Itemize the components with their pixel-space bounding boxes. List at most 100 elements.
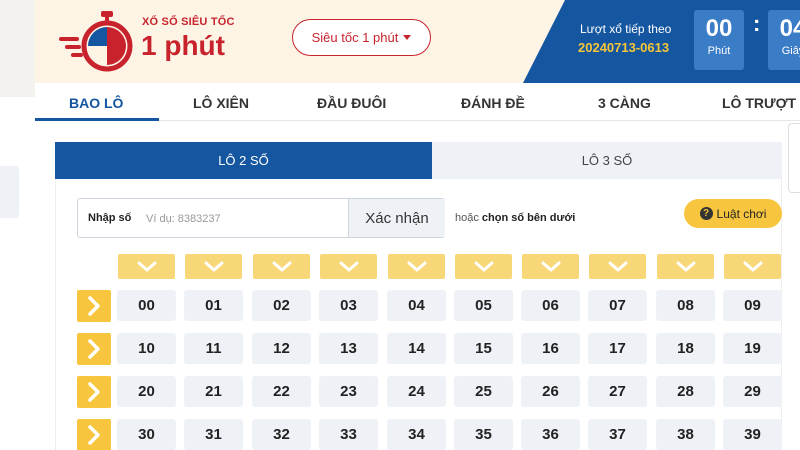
number-input-label: Nhập số — [88, 212, 132, 224]
stopwatch-icon — [59, 11, 133, 72]
next-draw-label: Lượt xổ tiếp theo — [580, 22, 672, 36]
next-draw-id: 20240713-0613 — [578, 40, 670, 55]
number-cell[interactable]: 29 — [723, 376, 782, 407]
chevron-down-icon — [541, 261, 560, 272]
number-cell[interactable]: 06 — [521, 290, 580, 321]
minutes-value: 00 — [705, 15, 733, 42]
chevron-down-icon — [137, 261, 156, 272]
number-cell[interactable]: 27 — [588, 376, 647, 407]
caret-down-icon — [403, 35, 412, 40]
number-cell[interactable]: 24 — [387, 376, 446, 407]
number-cell[interactable]: 10 — [117, 333, 176, 364]
confirm-button[interactable]: Xác nhận — [348, 199, 445, 237]
tab-lo-2-so[interactable]: LÔ 2 SỐ — [55, 142, 432, 179]
tab-bao-lo[interactable]: BAO LÔ — [69, 95, 123, 111]
chevron-right-icon — [88, 382, 100, 402]
number-cell[interactable]: 17 — [588, 333, 647, 364]
column-select-button[interactable] — [388, 254, 445, 279]
left-strip-item[interactable] — [0, 166, 19, 218]
number-cell[interactable]: 00 — [117, 290, 176, 321]
number-cell[interactable]: 30 — [117, 419, 176, 450]
number-cell[interactable]: 37 — [588, 419, 647, 450]
header: XỔ SỐ SIÊU TỐC 1 phút Siêu tốc 1 phút Lư… — [35, 0, 800, 83]
row-select-button[interactable] — [77, 333, 111, 365]
seconds-unit: Giây — [781, 45, 800, 57]
pick-hint: hoặc chọn số bên dưới — [455, 212, 575, 224]
number-cell[interactable]: 01 — [184, 290, 243, 321]
column-select-button[interactable] — [185, 254, 242, 279]
rules-button[interactable]: ? Luật chơi — [684, 199, 782, 228]
chevron-down-icon — [608, 261, 627, 272]
number-cell[interactable]: 09 — [723, 290, 782, 321]
chevron-right-icon — [88, 425, 100, 445]
number-cell[interactable]: 02 — [252, 290, 311, 321]
number-cell[interactable]: 14 — [387, 333, 446, 364]
number-cell[interactable]: 16 — [521, 333, 580, 364]
row-select-button[interactable] — [77, 290, 111, 322]
number-cell[interactable]: 18 — [656, 333, 715, 364]
number-cell[interactable]: 28 — [656, 376, 715, 407]
tab-danh-de[interactable]: ĐÁNH ĐỀ — [461, 95, 525, 111]
number-cell[interactable]: 05 — [454, 290, 513, 321]
number-cell[interactable]: 12 — [252, 333, 311, 364]
number-cell[interactable]: 22 — [252, 376, 311, 407]
column-select-button[interactable] — [320, 254, 377, 279]
number-cell[interactable]: 04 — [387, 290, 446, 321]
minutes-box: 00 Phút — [694, 10, 744, 70]
column-select-button[interactable] — [118, 254, 175, 279]
left-strip-header — [0, 0, 35, 97]
number-cell[interactable]: 32 — [252, 419, 311, 450]
brand-title: 1 phút — [141, 30, 225, 61]
chevron-down-icon — [204, 261, 223, 272]
column-select-button[interactable] — [522, 254, 579, 279]
seconds-value: 04 — [779, 15, 800, 42]
chevron-down-icon — [339, 261, 358, 272]
number-cell[interactable]: 31 — [184, 419, 243, 450]
chevron-down-icon — [743, 261, 762, 272]
column-select-button[interactable] — [253, 254, 310, 279]
number-cell[interactable]: 39 — [723, 419, 782, 450]
number-cell[interactable]: 15 — [454, 333, 513, 364]
column-select-button[interactable] — [657, 254, 714, 279]
number-cell[interactable]: 34 — [387, 419, 446, 450]
number-input-group: Nhập số Xác nhận — [77, 198, 445, 238]
time-separator: : — [753, 11, 761, 36]
number-cell[interactable]: 26 — [521, 376, 580, 407]
number-cell[interactable]: 20 — [117, 376, 176, 407]
number-cell[interactable]: 21 — [184, 376, 243, 407]
brand-subtitle: XỔ SỐ SIÊU TỐC — [142, 16, 235, 28]
row-select-button[interactable] — [77, 376, 111, 408]
column-select-button[interactable] — [724, 254, 781, 279]
number-cell[interactable]: 36 — [521, 419, 580, 450]
tab-dau-duoi[interactable]: ĐẦU ĐUÔI — [317, 95, 386, 111]
mode-dropdown[interactable]: Siêu tốc 1 phút — [292, 19, 431, 56]
number-cell[interactable]: 03 — [319, 290, 378, 321]
number-cell[interactable]: 23 — [319, 376, 378, 407]
seconds-box: 04 Giây — [768, 10, 800, 70]
chevron-right-icon — [88, 339, 100, 359]
number-input[interactable] — [146, 209, 346, 229]
bet-type-tabs: BAO LÔ LÔ XIÊN ĐẦU ĐUÔI ĐÁNH ĐỀ 3 CÀNG L… — [35, 83, 800, 121]
number-cell[interactable]: 19 — [723, 333, 782, 364]
number-cell[interactable]: 08 — [656, 290, 715, 321]
chevron-down-icon — [676, 261, 695, 272]
column-select-button[interactable] — [589, 254, 646, 279]
number-cell[interactable]: 38 — [656, 419, 715, 450]
tab-lo-truot[interactable]: LÔ TRƯỢT — [722, 95, 796, 111]
tab-lo-3-so[interactable]: LÔ 3 SỐ — [432, 142, 782, 179]
left-sidebar-strip — [0, 0, 35, 450]
number-cell[interactable]: 07 — [588, 290, 647, 321]
minutes-unit: Phút — [707, 45, 731, 57]
chevron-down-icon — [474, 261, 493, 272]
active-tab-indicator — [35, 118, 159, 121]
tab-3-cang[interactable]: 3 CÀNG — [598, 95, 651, 111]
side-widget[interactable] — [788, 123, 800, 193]
number-cell[interactable]: 25 — [454, 376, 513, 407]
tab-lo-xien[interactable]: LÔ XIÊN — [193, 95, 249, 111]
number-cell[interactable]: 11 — [184, 333, 243, 364]
number-cell[interactable]: 35 — [454, 419, 513, 450]
number-cell[interactable]: 33 — [319, 419, 378, 450]
number-cell[interactable]: 13 — [319, 333, 378, 364]
column-select-button[interactable] — [455, 254, 512, 279]
row-select-button[interactable] — [77, 419, 111, 450]
